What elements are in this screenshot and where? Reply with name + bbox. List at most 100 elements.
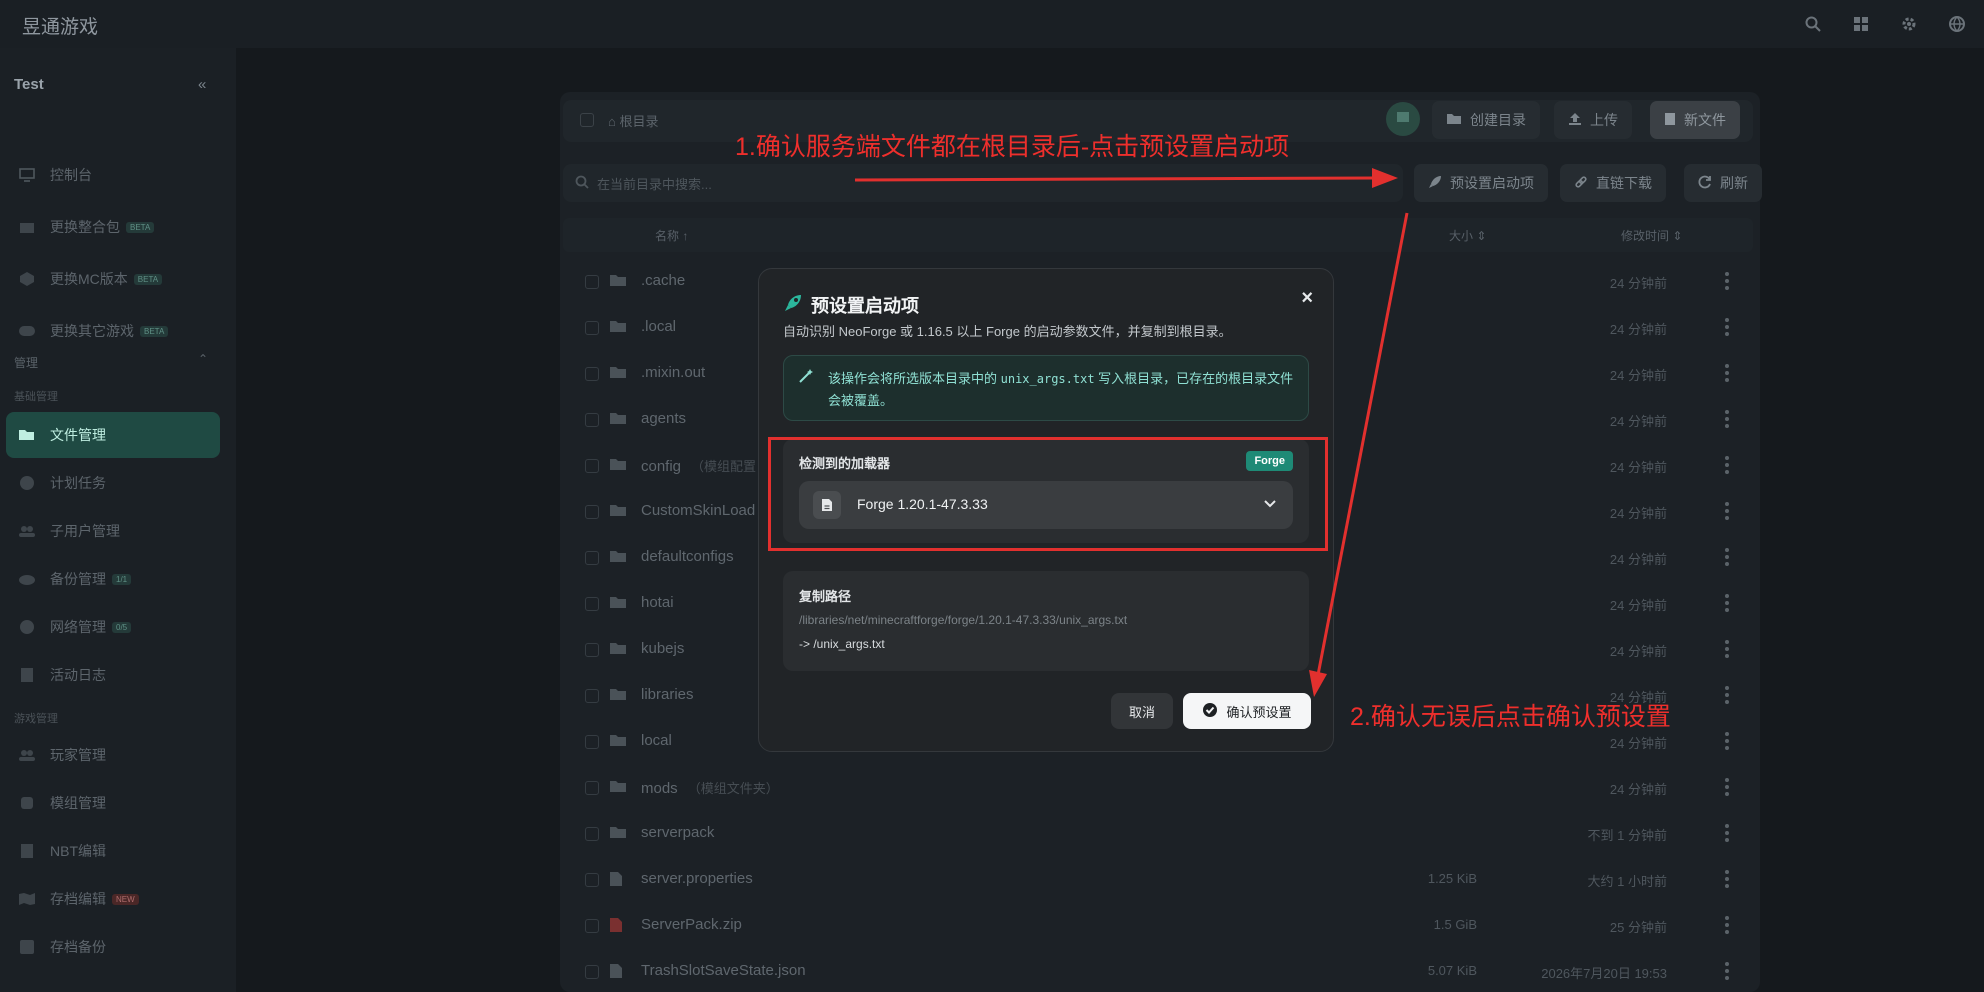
search-input[interactable]: 在当前目录中搜索... — [563, 164, 1403, 202]
column-name[interactable]: 名称 ↑ — [655, 227, 688, 244]
file-name[interactable]: kubejs — [641, 640, 694, 657]
file-name[interactable]: defaultconfigs — [641, 548, 744, 565]
breadcrumb[interactable]: ⌂ 根目录 — [608, 111, 658, 130]
refresh-button[interactable]: 刷新 — [1684, 164, 1762, 202]
more-vertical-icon[interactable] — [1725, 686, 1729, 704]
row-checkbox[interactable] — [585, 965, 599, 979]
folder-icon — [609, 273, 627, 287]
sidebar-item-subusers[interactable]: 子用户管理 — [6, 508, 220, 554]
row-checkbox[interactable] — [585, 827, 599, 841]
grid-icon[interactable] — [1848, 12, 1874, 36]
collapse-sidebar-icon[interactable]: « — [198, 76, 206, 93]
file-modified: 24 分钟前 — [1609, 276, 1667, 291]
section-manage[interactable]: 管理 — [14, 354, 38, 371]
row-checkbox[interactable] — [585, 413, 599, 427]
sidebar-item-backup[interactable]: 备份管理 1/1 — [6, 556, 220, 602]
folder-icon — [609, 411, 627, 425]
table-row[interactable]: serverpack 不到 1 分钟前 — [563, 811, 1753, 857]
file-name[interactable]: ServerPack.zip — [641, 916, 752, 933]
more-vertical-icon[interactable] — [1725, 364, 1729, 382]
file-name[interactable]: server.properties — [641, 870, 763, 887]
table-row[interactable]: mods （模组文件夹） 24 分钟前 — [563, 765, 1753, 811]
more-vertical-icon[interactable] — [1725, 502, 1729, 520]
sidebar-item-modpack[interactable]: 更换整合包 BETA — [6, 204, 220, 250]
row-checkbox[interactable] — [585, 275, 599, 289]
row-checkbox[interactable] — [585, 367, 599, 381]
file-name[interactable]: hotai — [641, 594, 684, 611]
search-icon[interactable] — [1800, 12, 1826, 36]
more-vertical-icon[interactable] — [1725, 548, 1729, 566]
sidebar-item-file-manager[interactable]: 文件管理 — [6, 412, 220, 458]
sidebar-item-console[interactable]: 控制台 — [6, 152, 220, 198]
more-vertical-icon[interactable] — [1725, 640, 1729, 658]
terminal-button[interactable] — [1386, 102, 1420, 136]
file-name[interactable]: local — [641, 732, 682, 749]
chevron-up-icon[interactable]: ⌃ — [198, 352, 208, 366]
file-name[interactable]: libraries — [641, 686, 704, 703]
sidebar-item-nbt[interactable]: NBT编辑 — [6, 828, 220, 874]
close-icon[interactable]: × — [1301, 287, 1313, 310]
row-checkbox[interactable] — [585, 321, 599, 335]
file-name[interactable]: serverpack — [641, 824, 724, 841]
sidebar-item-network[interactable]: 网络管理 0/5 — [6, 604, 220, 650]
more-vertical-icon[interactable] — [1725, 916, 1729, 934]
row-checkbox[interactable] — [585, 551, 599, 565]
column-size[interactable]: 大小 ⇕ — [1449, 227, 1486, 244]
more-vertical-icon[interactable] — [1725, 456, 1729, 474]
file-name[interactable]: CustomSkinLoad — [641, 502, 765, 519]
globe-icon[interactable] — [1944, 12, 1970, 36]
table-row[interactable]: server.properties 1.25 KiB 大约 1 小时前 — [563, 857, 1753, 903]
row-checkbox[interactable] — [585, 735, 599, 749]
upload-button[interactable]: 上传 — [1554, 101, 1632, 139]
more-vertical-icon[interactable] — [1725, 594, 1729, 612]
brand-title[interactable]: 昱通游戏 — [22, 12, 98, 39]
more-vertical-icon[interactable] — [1725, 732, 1729, 750]
column-time[interactable]: 修改时间 ⇕ — [1621, 227, 1682, 244]
gear-icon[interactable] — [1896, 12, 1922, 36]
new-file-button[interactable]: 新文件 — [1650, 101, 1740, 139]
more-vertical-icon[interactable] — [1725, 962, 1729, 980]
sidebar-item-schedule[interactable]: 计划任务 — [6, 460, 220, 506]
file-modified: 24 分钟前 — [1609, 552, 1667, 567]
file-name[interactable]: .mixin.out — [641, 364, 715, 381]
more-vertical-icon[interactable] — [1725, 778, 1729, 796]
more-vertical-icon[interactable] — [1725, 318, 1729, 336]
row-checkbox[interactable] — [585, 919, 599, 933]
row-checkbox[interactable] — [585, 873, 599, 887]
more-vertical-icon[interactable] — [1725, 410, 1729, 428]
preset-launch-button[interactable]: 预设置启动项 — [1414, 164, 1548, 202]
file-name[interactable]: .cache — [641, 272, 695, 289]
sidebar-item-save-backup[interactable]: 存档备份 — [6, 924, 220, 970]
file-name[interactable]: TrashSlotSaveState.json — [641, 962, 816, 979]
row-checkbox[interactable] — [585, 643, 599, 657]
direct-download-button[interactable]: 直链下载 — [1560, 164, 1666, 202]
row-checkbox[interactable] — [585, 459, 599, 473]
cancel-button[interactable]: 取消 — [1111, 693, 1173, 729]
sidebar-item-mods[interactable]: 模组管理 — [6, 780, 220, 826]
annotation-step2: 2.确认无误后点击确认预设置 — [1350, 703, 1671, 731]
select-all-checkbox[interactable] — [580, 113, 594, 127]
sidebar: Test « 控制台 更换整合包 BETA 更换MC版本 BETA 更换其它游戏 BE… — [0, 48, 236, 992]
more-vertical-icon[interactable] — [1725, 824, 1729, 842]
row-checkbox[interactable] — [585, 781, 599, 795]
sidebar-item-players[interactable]: 玩家管理 — [6, 732, 220, 778]
table-row[interactable]: TrashSlotSaveState.json 5.07 KiB 2026年7月20… — [563, 949, 1753, 992]
sidebar-item-other-game[interactable]: 更换其它游戏 BETA — [6, 308, 220, 354]
file-name[interactable]: .local — [641, 318, 686, 335]
sidebar-item-mc-version[interactable]: 更换MC版本 BETA — [6, 256, 220, 302]
sidebar-item-save-edit[interactable]: 存档编辑 NEW — [6, 876, 220, 922]
table-row[interactable]: ServerPack.zip 1.5 GiB 25 分钟前 — [563, 903, 1753, 949]
file-name[interactable]: mods （模组文件夹） — [641, 778, 779, 797]
create-dir-button[interactable]: 创建目录 — [1432, 101, 1540, 139]
more-vertical-icon[interactable] — [1725, 870, 1729, 888]
row-checkbox[interactable] — [585, 597, 599, 611]
confirm-preset-button[interactable]: 确认预设置 — [1183, 693, 1311, 729]
file-note: （模组文件夹） — [687, 781, 779, 796]
clock-icon — [16, 475, 38, 491]
file-name[interactable]: agents — [641, 410, 696, 427]
file-name[interactable]: config （模组配置 — [641, 456, 756, 475]
sidebar-item-activity-log[interactable]: 活动日志 — [6, 652, 220, 698]
row-checkbox[interactable] — [585, 689, 599, 703]
row-checkbox[interactable] — [585, 505, 599, 519]
more-vertical-icon[interactable] — [1725, 272, 1729, 290]
